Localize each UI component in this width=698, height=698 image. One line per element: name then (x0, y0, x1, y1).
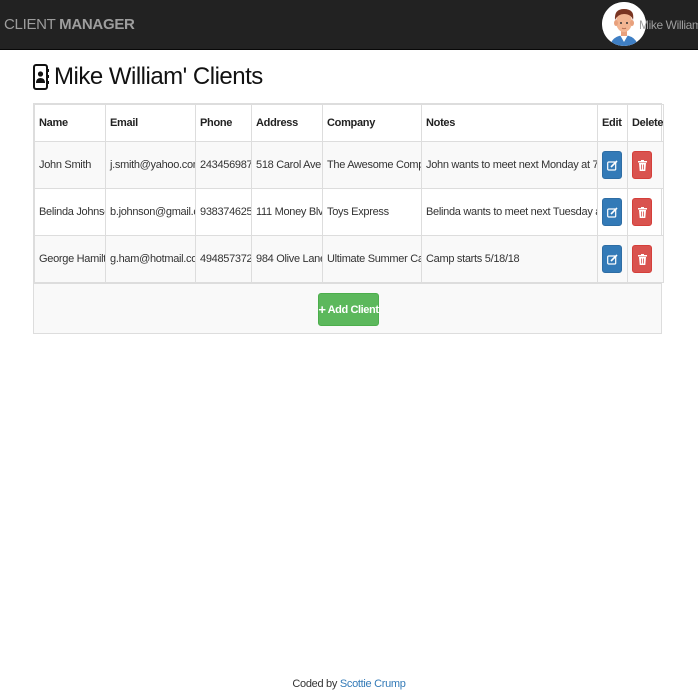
trash-icon (638, 207, 647, 218)
cell-delete (627, 188, 664, 236)
cell-edit (597, 141, 628, 189)
header-notes: Notes (421, 104, 598, 142)
brand-logo[interactable]: CLIENT MANAGER (4, 16, 135, 33)
header-company: Company (322, 104, 422, 142)
cell-notes: Belinda wants to meet next Tuesday at 10… (421, 188, 598, 236)
address-book-icon (33, 64, 49, 90)
cell-delete (627, 235, 664, 283)
user-menu[interactable]: Mike William (639, 18, 698, 32)
cell-edit (597, 188, 628, 236)
cell-phone: 4948573721 (195, 235, 252, 283)
cell-delete (627, 141, 664, 189)
brand-light: CLIENT (4, 16, 56, 33)
cell-address: 518 Carol Ave. (251, 141, 323, 189)
edit-button[interactable] (602, 151, 622, 179)
cell-edit (597, 235, 628, 283)
trash-icon (638, 160, 647, 171)
edit-icon (607, 254, 618, 265)
table-footer: + Add Client (34, 283, 661, 333)
header-phone: Phone (195, 104, 252, 142)
add-client-label: Add Client (327, 303, 379, 316)
table-header-row: Name Email Phone Address Company Notes E… (34, 104, 664, 142)
brand-bold: MANAGER (59, 16, 135, 33)
header-name: Name (34, 104, 106, 142)
edit-button[interactable] (602, 198, 622, 226)
header-delete: Delete (627, 104, 664, 142)
cell-name: George Hamilton (34, 235, 106, 283)
cell-company: Toys Express (322, 188, 422, 236)
edit-icon (607, 207, 618, 218)
cell-notes: John wants to meet next Monday at 7pm (421, 141, 598, 189)
cell-address: 984 Olive Lane (251, 235, 323, 283)
cell-phone: 2434569874 (195, 141, 252, 189)
add-client-button[interactable]: + Add Client (318, 293, 379, 326)
page-title-text: Mike William' Clients (54, 63, 263, 90)
cell-name: Belinda Johnson (34, 188, 106, 236)
cell-company: Ultimate Summer Camp (322, 235, 422, 283)
plus-icon: + (318, 302, 326, 317)
cell-name: John Smith (34, 141, 106, 189)
cell-notes: Camp starts 5/18/18 (421, 235, 598, 283)
trash-icon (638, 254, 647, 265)
table-row: Belinda Johnson b.johnson@gmail.com 9383… (34, 188, 664, 236)
delete-button[interactable] (632, 151, 652, 179)
cell-company: The Awesome Company (322, 141, 422, 189)
author-link[interactable]: Scottie Crump (340, 678, 406, 690)
edit-icon (607, 160, 618, 171)
delete-button[interactable] (632, 198, 652, 226)
user-name: Mike William (639, 18, 698, 32)
navbar: CLIENT MANAGER Mike William (0, 0, 698, 50)
credit-text: Coded by (292, 678, 338, 690)
cell-address: 111 Money Blvd. (251, 188, 323, 236)
delete-button[interactable] (632, 245, 652, 273)
header-email: Email (105, 104, 196, 142)
table-row: George Hamilton g.ham@hotmail.com 494857… (34, 235, 664, 283)
cell-email: g.ham@hotmail.com (105, 235, 196, 283)
cell-email: j.smith@yahoo.com (105, 141, 196, 189)
footer-credit: Coded by Scottie Crump (0, 678, 698, 690)
edit-button[interactable] (602, 245, 622, 273)
cell-email: b.johnson@gmail.com (105, 188, 196, 236)
page-title: Mike William' Clients (33, 61, 263, 93)
header-edit: Edit (597, 104, 628, 142)
header-address: Address (251, 104, 323, 142)
cell-phone: 9383746252 (195, 188, 252, 236)
clients-table: Name Email Phone Address Company Notes E… (33, 103, 664, 334)
table-row: John Smith j.smith@yahoo.com 2434569874 … (34, 141, 664, 189)
